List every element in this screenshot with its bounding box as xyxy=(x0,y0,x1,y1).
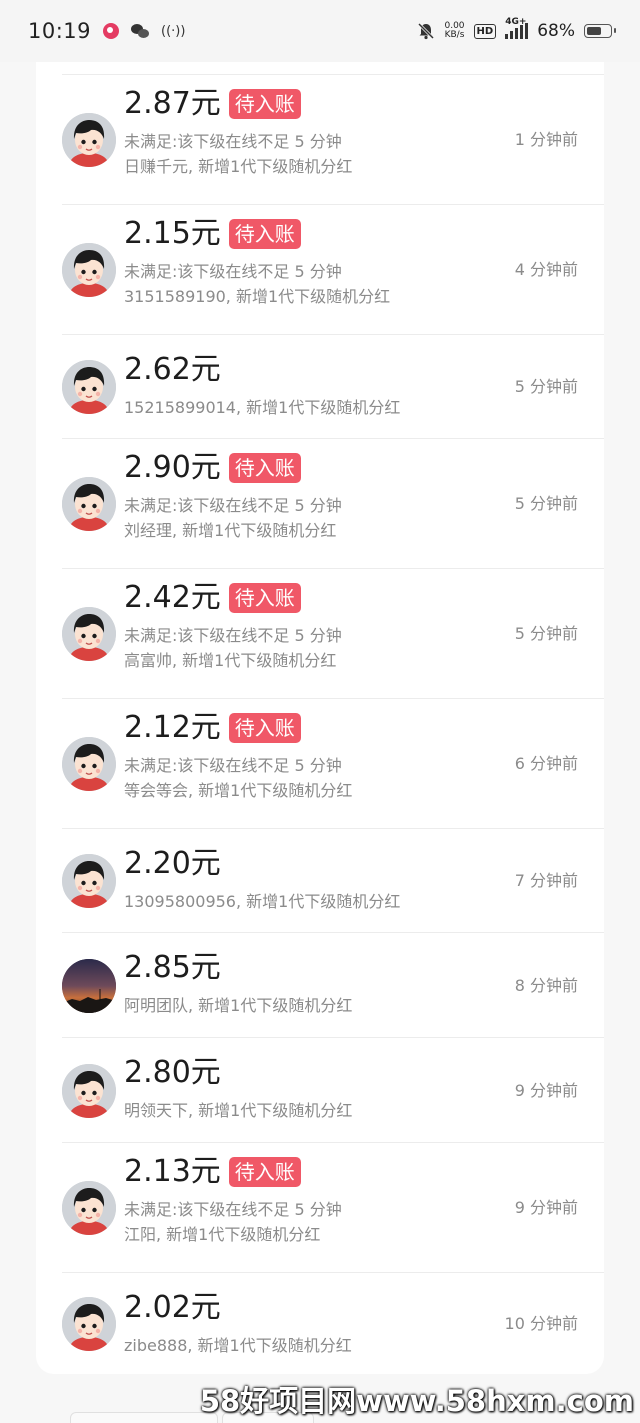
battery-icon xyxy=(584,24,616,38)
amount-value: 2.13元 xyxy=(124,1154,221,1189)
list-item[interactable]: 2.80元明领天下, 新增1代下级随机分红 9 分钟前 xyxy=(62,1037,604,1142)
network-speed: 0.00 KB/s xyxy=(444,22,464,40)
description-text: 江阳, 新增1代下级随机分红 xyxy=(124,1225,321,1244)
description-text: 刘经理, 新增1代下级随机分红 xyxy=(124,521,337,540)
wechat-icon xyxy=(131,23,150,39)
cartoon-avatar xyxy=(62,1181,116,1235)
status-right: 0.00 KB/s HD 4G+ 68% xyxy=(417,17,616,41)
list-item[interactable]: 2.02元 zibe888, 新增1代下级随机分红 10 分钟前 xyxy=(62,1272,604,1374)
cartoon-avatar xyxy=(62,477,116,531)
hd-icon: HD xyxy=(473,23,497,39)
list-item[interactable]: 2.85元阿明团队, 新增1代下级随机分红 8 分钟前 xyxy=(62,932,604,1037)
cartoon-avatar xyxy=(62,243,116,297)
description-text: 高富帅, 新增1代下级随机分红 xyxy=(124,651,337,670)
condition-text: 未满足:该下级在线不足 5 分钟 xyxy=(124,756,342,775)
list-item[interactable]: 2.15元 待入账未满足:该下级在线不足 5 分钟 3151589190, 新增1代… xyxy=(62,204,604,334)
watermark-text: 58好项目网www.58hxm.com xyxy=(199,1384,634,1418)
signal-icon: 4G+ xyxy=(505,17,529,39)
amount-value: 2.62元 xyxy=(124,352,221,387)
amount-value: 2.20元 xyxy=(124,846,221,881)
list-item[interactable]: 2.62元 15215899014, 新增1代下级随机分红 5 分钟前 xyxy=(62,334,604,438)
list-item[interactable]: 2.12元 待入账未满足:该下级在线不足 5 分钟 等会等会, 新增1代下级随机分红… xyxy=(62,698,604,828)
time-ago: 9 分钟前 xyxy=(514,1080,578,1100)
mute-bell-icon xyxy=(418,22,435,40)
cartoon-avatar xyxy=(62,113,116,167)
amount-row: 2.13元 待入账 xyxy=(124,1155,301,1189)
list-item[interactable]: 2.13元 待入账未满足:该下级在线不足 5 分钟 江阳, 新增1代下级随机分红 9 … xyxy=(62,1142,604,1272)
time-ago: 4 分钟前 xyxy=(514,260,578,279)
amount-row: 2.90元 待入账 xyxy=(124,451,301,485)
time-ago: 9 分钟前 xyxy=(514,1198,578,1217)
time-ago: 10 分钟前 xyxy=(504,1314,578,1333)
amount-row: 2.80元 xyxy=(124,1056,221,1090)
amount-value: 2.90元 xyxy=(124,450,221,485)
amount-value: 2.02元 xyxy=(124,1290,221,1325)
amount-row: 2.62元 xyxy=(124,353,221,387)
amount-value: 2.42元 xyxy=(124,580,221,615)
time-ago: 1 分钟前 xyxy=(514,130,578,149)
amount-row: 2.12元 待入账 xyxy=(124,711,301,745)
amount-value: 2.15元 xyxy=(124,216,221,251)
description-text: 15215899014, 新增1代下级随机分红 xyxy=(124,398,401,417)
cartoon-avatar xyxy=(62,737,116,791)
reward-list-card: 2.87元 待入账 未满足:该下级在线不足 5 分钟 日赚千元, 新增1代下级随机分红… xyxy=(36,62,604,1374)
cartoon-avatar xyxy=(62,607,116,661)
description-text: zibe888, 新增1代下级随机分红 xyxy=(124,1336,352,1355)
pending-badge: 待入账 xyxy=(228,1157,301,1187)
list-item[interactable]: 2.90元 待入账未满足:该下级在线不足 5 分钟 刘经理, 新增1代下级随机分红 5… xyxy=(62,438,604,568)
status-left: 10:19 ((·)) xyxy=(28,19,185,43)
pending-badge: 待入账 xyxy=(228,453,301,483)
time-ago: 7 分钟前 xyxy=(514,871,578,890)
condition-text: 未满足:该下级在线不足 5 分钟 xyxy=(124,626,342,645)
cartoon-avatar xyxy=(62,854,116,908)
amount-row: 2.87元 待入账 xyxy=(124,87,301,121)
description-text: 3151589190, 新增1代下级随机分红 xyxy=(124,287,391,306)
description-text: 13095800956, 新增1代下级随机分红 xyxy=(124,892,401,911)
time-ago: 5 分钟前 xyxy=(514,494,578,513)
amount-row: 2.02元 xyxy=(124,1291,221,1325)
cartoon-avatar xyxy=(62,1297,116,1351)
battery-level xyxy=(587,27,602,35)
time-ago: 5 分钟前 xyxy=(514,624,578,643)
condition-text: 未满足:该下级在线不足 5 分钟 xyxy=(124,496,342,515)
status-time: 10:19 xyxy=(28,19,92,43)
cartoon-avatar xyxy=(62,360,116,414)
amount-row: 2.20元 xyxy=(124,847,221,881)
amount-row: 2.42元 待入账 xyxy=(124,581,301,615)
time-ago: 6 分钟前 xyxy=(514,754,578,773)
battery-percent: 68% xyxy=(537,21,575,41)
amount-value: 2.85元 xyxy=(124,950,221,985)
list-item[interactable]: 2.87元 待入账未满足:该下级在线不足 5 分钟 日赚千元, 新增1代下级随机分红… xyxy=(62,74,604,204)
list-item[interactable]: 2.20元 13095800956, 新增1代下级随机分红 7 分钟前 xyxy=(62,828,604,932)
pending-badge: 待入账 xyxy=(228,219,301,249)
description-text: 日赚千元, 新增1代下级随机分红 xyxy=(124,157,353,176)
amount-row: 2.15元 待入账 xyxy=(124,217,301,251)
speed-unit: KB/s xyxy=(444,30,465,40)
time-ago: 5 分钟前 xyxy=(514,377,578,396)
network-type: 4G+ xyxy=(505,17,527,27)
pending-badge: 待入账 xyxy=(228,583,301,613)
pending-badge: 待入账 xyxy=(228,713,301,743)
condition-text: 未满足:该下级在线不足 5 分钟 xyxy=(124,262,342,281)
condition-text: 未满足:该下级在线不足 5 分钟 xyxy=(124,132,342,151)
cartoon-avatar xyxy=(62,1063,116,1118)
amount-value: 2.12元 xyxy=(124,710,221,745)
list-item[interactable]: 2.42元 待入账未满足:该下级在线不足 5 分钟 高富帅, 新增1代下级随机分红 5… xyxy=(62,568,604,698)
bottom-tab-left[interactable] xyxy=(70,1412,218,1423)
hotspot-icon: ((·)) xyxy=(161,23,186,39)
time-ago: 8 分钟前 xyxy=(514,975,578,995)
pending-badge: 待入账 xyxy=(228,89,301,119)
condition-text: 未满足:该下级在线不足 5 分钟 xyxy=(124,1200,342,1219)
amount-value: 2.87元 xyxy=(124,86,221,121)
description-text: 阿明团队, 新增1代下级随机分红 xyxy=(124,996,353,1015)
sunset-photo-avatar xyxy=(62,958,116,1013)
app-notification-icon xyxy=(103,23,120,39)
amount-row: 2.85元 xyxy=(124,951,221,985)
status-bar: 10:19 ((·)) 0.00 KB/s HD 4G+ 68% xyxy=(0,0,640,62)
amount-value: 2.80元 xyxy=(124,1055,221,1090)
description-text: 明领天下, 新增1代下级随机分红 xyxy=(124,1101,353,1120)
description-text: 等会等会, 新增1代下级随机分红 xyxy=(124,781,353,800)
